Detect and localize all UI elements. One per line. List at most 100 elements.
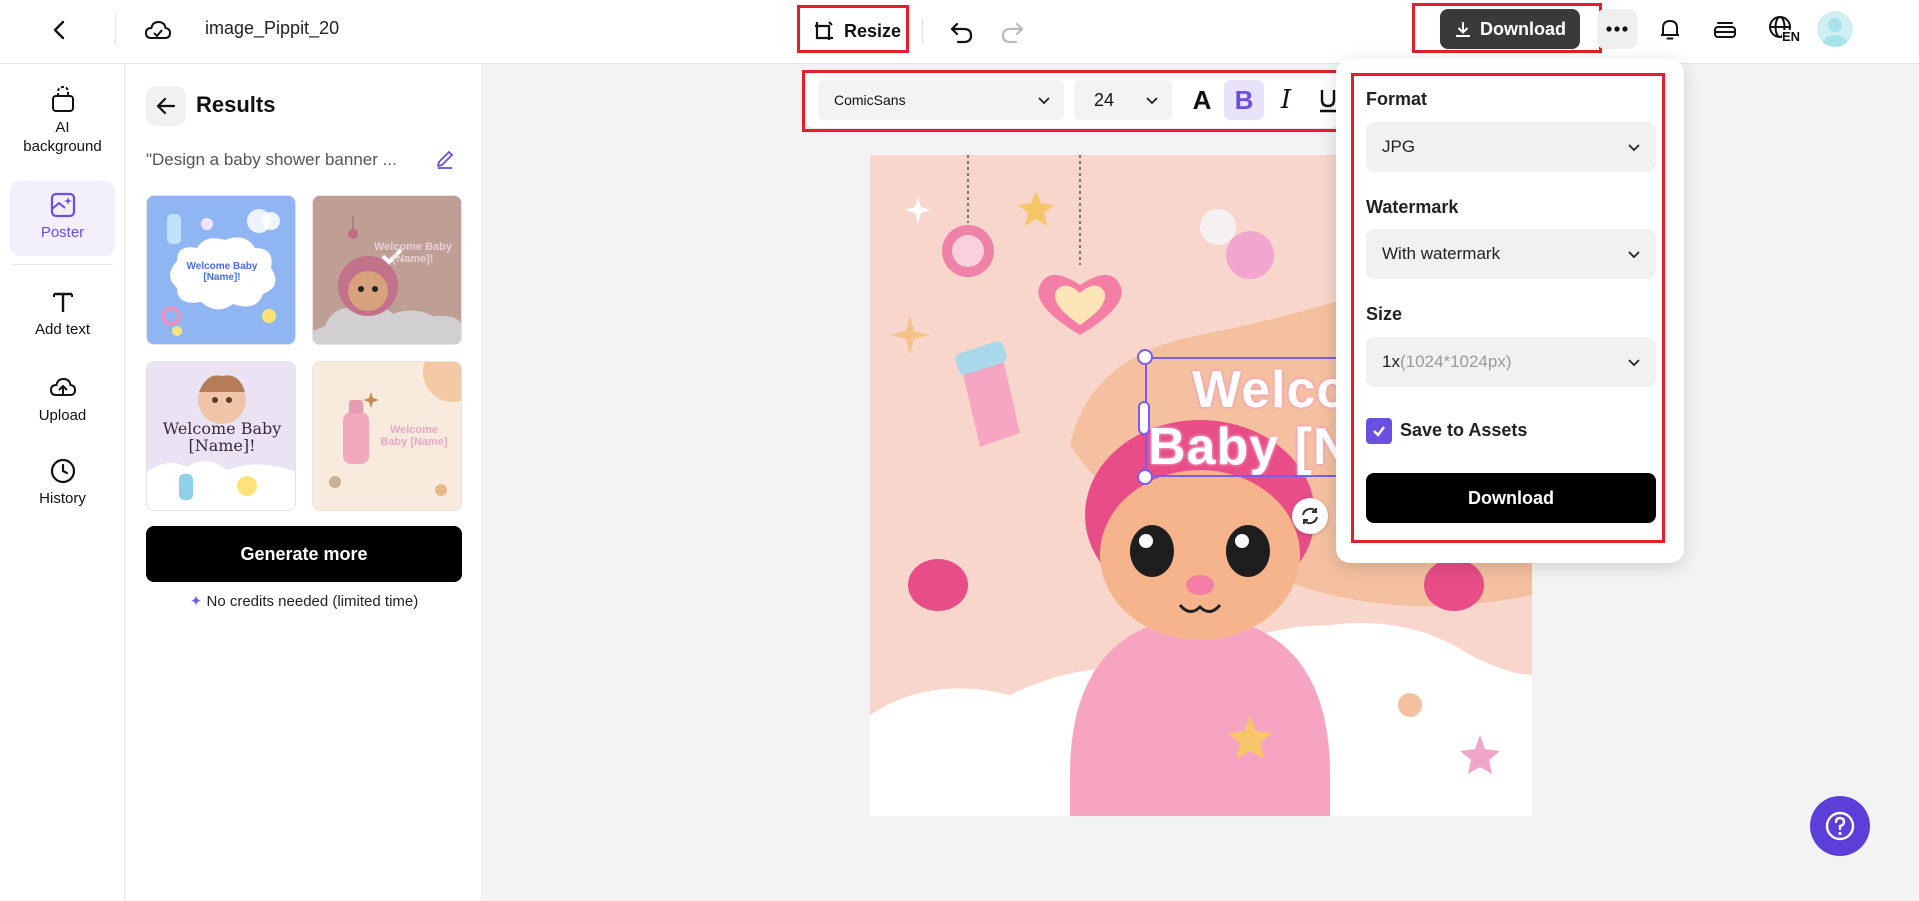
chevron-down-icon — [1628, 251, 1640, 259]
pencil-icon — [437, 151, 453, 169]
checkmark-icon — [1373, 426, 1385, 437]
chevron-down-icon — [1038, 97, 1050, 105]
headline-text-line-2[interactable]: Baby [N — [1148, 417, 1351, 477]
text-color-button[interactable]: A — [1182, 80, 1222, 120]
chevron-left-icon — [53, 20, 65, 40]
thumbnail-caption: Welcome Baby [Name]! — [373, 241, 453, 265]
divider — [12, 264, 113, 265]
sparkle-icon: ✦ — [189, 593, 203, 610]
redo-icon — [1001, 22, 1024, 44]
arrow-left-icon — [156, 97, 176, 115]
left-rail: AI background Poster Add text Upload His… — [0, 64, 125, 901]
results-panel: Results "Design a baby shower banner ...… — [126, 64, 482, 901]
size-select[interactable]: 1x (1024*1024px) — [1366, 337, 1656, 387]
resize-handle-bottom-left[interactable] — [1137, 469, 1153, 485]
assets-button[interactable] — [1705, 9, 1745, 49]
font-family-value: ComicSans — [834, 92, 906, 108]
rail-item-label: AI background — [23, 119, 102, 155]
bold-button[interactable]: B — [1224, 80, 1264, 120]
stack-icon — [1714, 22, 1736, 38]
thumbnail-caption: Welcome Baby [Name]! — [162, 419, 282, 455]
top-bar: image_Pippit_20 Resize Download EN — [0, 0, 1919, 64]
generate-more-button[interactable]: Generate more — [146, 526, 462, 582]
rail-item-label: History — [39, 490, 86, 507]
text-icon — [52, 292, 73, 312]
headline-text-line-1[interactable]: Welco — [1192, 360, 1349, 420]
download-icon — [1456, 22, 1470, 37]
resize-button[interactable]: Resize — [802, 12, 911, 50]
rail-item-label: Poster — [40, 224, 85, 241]
watermark-label: Watermark — [1366, 197, 1459, 217]
results-back-button[interactable] — [146, 86, 186, 126]
more-options-button[interactable] — [1597, 9, 1637, 49]
rail-item-ai-background[interactable]: AI background — [10, 84, 115, 156]
save-to-assets-label[interactable]: Save to Assets — [1400, 420, 1527, 441]
size-detail: (1024*1024px) — [1399, 352, 1512, 371]
watermark-value: With watermark — [1382, 244, 1501, 263]
language-code: EN — [1782, 29, 1801, 44]
rail-item-label: Upload — [38, 407, 87, 424]
bell-icon — [1661, 20, 1679, 40]
history-icon — [50, 458, 75, 484]
cloud-sync-button[interactable] — [138, 10, 178, 50]
redo-button[interactable] — [992, 12, 1032, 52]
download-button[interactable]: Download — [1440, 9, 1580, 49]
rotate-icon — [1302, 507, 1318, 525]
font-size-select[interactable]: 24 — [1074, 80, 1172, 120]
format-select[interactable]: JPG — [1366, 122, 1656, 172]
result-thumbnail-3[interactable]: Welcome Baby [Name]! — [146, 361, 296, 511]
back-button[interactable] — [40, 10, 80, 50]
prompt-text: "Design a baby shower banner ... — [146, 150, 397, 169]
rail-item-poster[interactable]: Poster — [10, 181, 115, 256]
ai-background-icon — [51, 85, 74, 112]
italic-button[interactable]: I — [1266, 80, 1306, 120]
avatar[interactable] — [1817, 11, 1853, 47]
save-to-assets-checkbox[interactable] — [1366, 418, 1392, 444]
watermark-select[interactable]: With watermark — [1366, 229, 1656, 279]
rotate-button[interactable] — [1292, 498, 1328, 534]
user-avatar-icon — [1822, 18, 1848, 47]
edit-prompt-button[interactable] — [434, 148, 458, 172]
confirm-download-button[interactable]: Download — [1366, 473, 1656, 523]
resize-handle-left[interactable] — [1138, 401, 1150, 435]
divider — [115, 14, 116, 46]
results-title: Results — [196, 92, 276, 117]
download-popover: Format JPG Watermark With watermark Size… — [1336, 59, 1684, 563]
font-family-select[interactable]: ComicSans — [818, 80, 1064, 120]
rail-item-upload[interactable]: Upload — [10, 372, 115, 425]
format-value: JPG — [1382, 137, 1416, 156]
text-format-toolbar: ComicSans 24 A B I — [806, 72, 1338, 128]
rail-item-add-text[interactable]: Add text — [10, 288, 115, 339]
result-thumbnail-1[interactable]: Welcome Baby [Name]! — [146, 195, 296, 345]
divider — [922, 18, 923, 44]
result-thumbnail-2[interactable]: Welcome Baby [Name]! — [312, 195, 462, 345]
credits-note: ✦ No credits needed (limited time) — [146, 592, 462, 610]
language-button[interactable]: EN — [1760, 9, 1804, 49]
chevron-down-icon — [1146, 97, 1158, 105]
underline-icon — [1320, 90, 1336, 113]
size-value: 1x — [1382, 352, 1400, 371]
font-size-value: 24 — [1094, 89, 1115, 110]
thumbnail-caption: Welcome Baby [Name] — [380, 424, 448, 448]
upload-icon — [49, 377, 76, 396]
notifications-button[interactable] — [1650, 9, 1690, 49]
undo-button[interactable] — [942, 12, 982, 52]
file-name[interactable]: image_Pippit_20 — [205, 18, 339, 39]
poster-icon — [50, 192, 75, 218]
size-label: Size — [1366, 304, 1403, 324]
underline-button[interactable] — [1308, 80, 1338, 120]
thumbnail-art — [313, 196, 461, 344]
credits-text: No credits needed (limited time) — [206, 593, 419, 610]
format-label: Format — [1366, 89, 1428, 109]
resize-handle-top-left[interactable] — [1137, 349, 1153, 365]
help-button[interactable] — [1810, 796, 1870, 856]
undo-icon — [950, 22, 973, 44]
question-icon — [1825, 811, 1855, 841]
resize-icon — [815, 21, 833, 40]
more-icon — [1606, 26, 1628, 32]
result-thumbnail-4[interactable]: Welcome Baby [Name] — [312, 361, 462, 511]
thumbnail-caption: Welcome Baby [Name]! — [186, 261, 258, 283]
chevron-down-icon — [1628, 359, 1640, 367]
rail-item-history[interactable]: History — [10, 457, 115, 508]
chevron-down-icon — [1628, 144, 1640, 152]
